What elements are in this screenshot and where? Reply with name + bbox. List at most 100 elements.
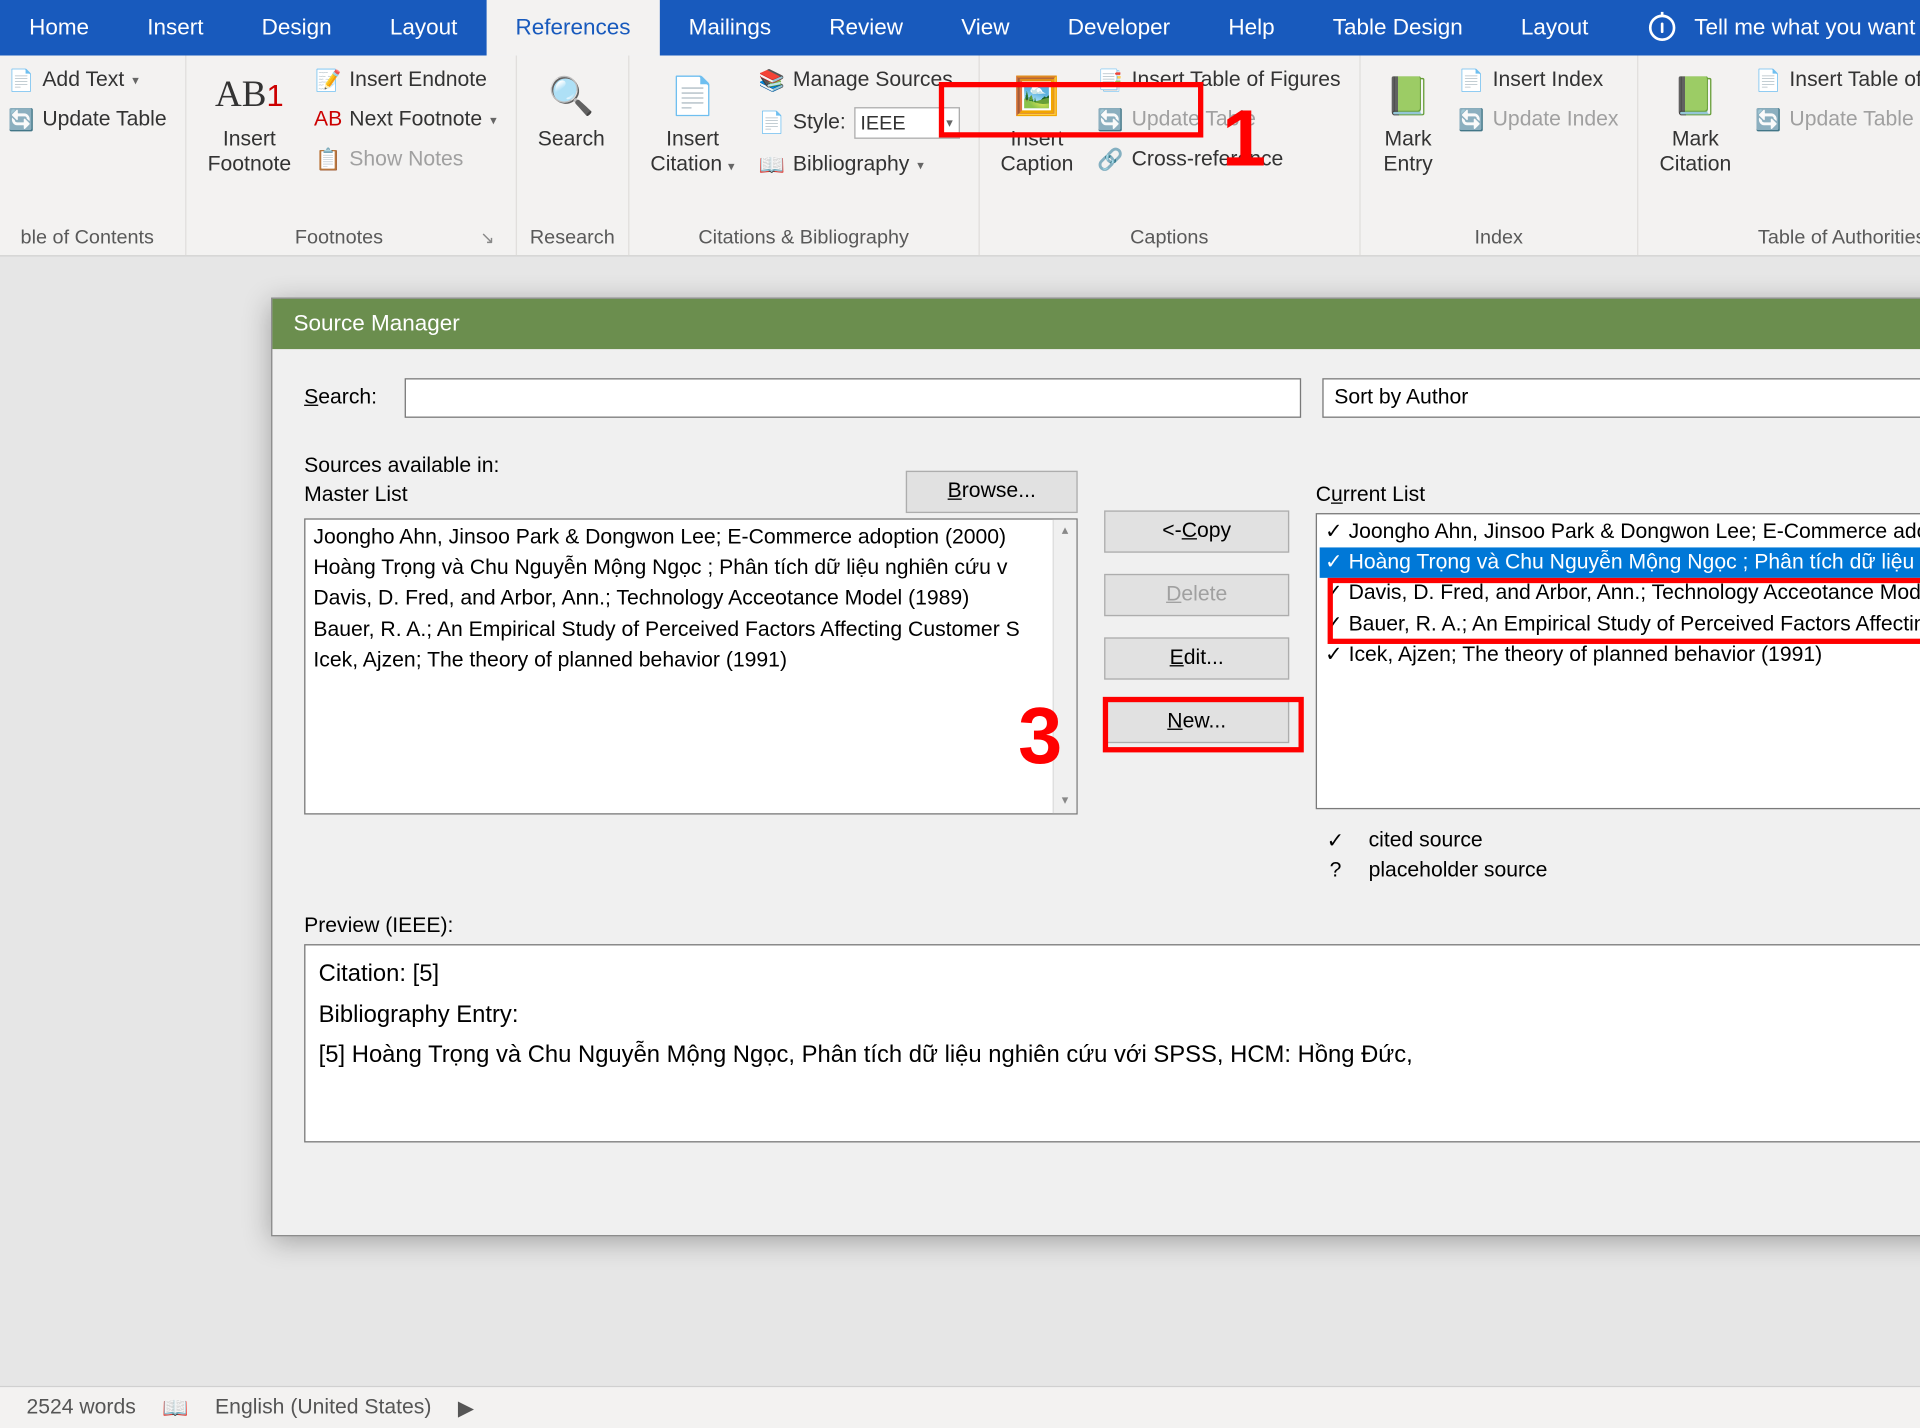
cross-ref-button[interactable]: 🔗Cross-reference	[1092, 143, 1346, 177]
preview-label: Preview (IEEE):	[304, 915, 1920, 939]
citation-icon: 📄	[666, 69, 719, 122]
refresh-icon: 🔄	[8, 107, 34, 133]
list-item-selected[interactable]: ✓ Hoàng Trọng và Chu Nguyễn Mộng Ngọc ; …	[1320, 548, 1920, 579]
mark-entry-button[interactable]: 📗 Mark Entry	[1374, 63, 1443, 183]
proofing-icon[interactable]: 📖	[162, 1394, 188, 1420]
group-index: 📗 Mark Entry 📄Insert Index 🔄Update Index…	[1360, 56, 1638, 256]
next-footnote-button[interactable]: ABNext Footnote ▾	[310, 103, 502, 137]
add-text-button[interactable]: 📄Add Text ▾	[3, 63, 172, 97]
mark-citation-button[interactable]: 📗 Mark Citation	[1652, 63, 1740, 183]
group-index-label: Index	[1374, 222, 1624, 252]
master-list-label: Master List	[304, 484, 499, 508]
browse-button[interactable]: Browse...	[906, 471, 1078, 513]
insert-index-button[interactable]: 📄Insert Index	[1453, 63, 1624, 97]
tab-mailings[interactable]: Mailings	[660, 0, 801, 56]
update-table-button[interactable]: 🔄Update Table	[3, 103, 172, 137]
tab-help[interactable]: Help	[1199, 0, 1303, 56]
manage-sources-button[interactable]: 📚Manage Sources	[753, 63, 965, 97]
copy-button[interactable]: <- Copy	[1104, 510, 1289, 552]
group-citations: 📄 Insert Citation ▾ 📚Manage Sources 📄 St…	[629, 56, 979, 256]
footnote-icon: AB1	[223, 69, 276, 122]
insert-endnote-button[interactable]: 📝Insert Endnote	[310, 63, 502, 97]
group-toc: 📄Add Text ▾ 🔄Update Table ble of Content…	[0, 56, 186, 256]
tab-references[interactable]: References	[486, 0, 659, 56]
preview-line: Citation: [5]	[319, 953, 1920, 993]
manage-sources-icon: 📚	[759, 67, 785, 93]
crossref-icon: 🔗	[1097, 147, 1123, 173]
list-item[interactable]: ✓ Icek, Ajzen; The theory of planned beh…	[1320, 640, 1920, 671]
annotation-box-3	[1103, 697, 1304, 753]
update-index-icon: 🔄	[1458, 107, 1484, 133]
ribbon-tabs: Home Insert Design Layout References Mai…	[0, 0, 1920, 56]
toa-icon: 📄	[1755, 67, 1781, 93]
tab-design[interactable]: Design	[233, 0, 361, 56]
insert-citation-button[interactable]: 📄 Insert Citation ▾	[643, 63, 743, 183]
list-item[interactable]: Joongho Ahn, Jinsoo Park & Dongwon Lee; …	[308, 522, 1074, 553]
page-icon: 📄	[8, 67, 34, 93]
tab-view[interactable]: View	[932, 0, 1039, 56]
master-list[interactable]: Joongho Ahn, Jinsoo Park & Dongwon Lee; …	[304, 518, 1078, 814]
dialog-title-text: Source Manager	[294, 311, 460, 337]
update-index-button[interactable]: 🔄Update Index	[1453, 103, 1624, 137]
tab-table-design[interactable]: Table Design	[1304, 0, 1492, 56]
sort-select[interactable]: Sort by Author ▾	[1322, 378, 1920, 418]
tell-me-label: Tell me what you want to do	[1694, 15, 1920, 41]
language-status[interactable]: English (United States)	[215, 1396, 431, 1420]
list-item[interactable]: ✓ Joongho Ahn, Jinsoo Park & Dongwon Lee…	[1320, 517, 1920, 548]
delete-button[interactable]: Delete	[1104, 574, 1289, 616]
sources-available-label: Sources available in:	[304, 455, 499, 479]
update-toa-icon: 🔄	[1755, 107, 1781, 133]
lightbulb-icon	[1649, 15, 1675, 41]
annotation-number-3: 3	[1018, 690, 1062, 781]
update-toa-button[interactable]: 🔄Update Table	[1750, 103, 1920, 137]
edit-button[interactable]: Edit...	[1104, 637, 1289, 679]
group-toc-label: ble of Contents	[3, 222, 172, 252]
tab-layout2[interactable]: Layout	[1492, 0, 1618, 56]
group-footnotes-label: Footnotes	[200, 222, 479, 252]
source-manager-dialog: Source Manager ? ✕ Search: Sort by Autho…	[271, 298, 1920, 1237]
current-list[interactable]: ✓ Joongho Ahn, Jinsoo Park & Dongwon Lee…	[1316, 513, 1920, 809]
legend-placeholder: ?placeholder source	[1326, 860, 1920, 884]
dialog-titlebar: Source Manager ? ✕	[272, 299, 1920, 349]
preview-line: Bibliography Entry:	[319, 994, 1920, 1034]
style-icon: 📄	[759, 110, 785, 136]
list-item[interactable]: Bauer, R. A.; An Empirical Study of Perc…	[308, 614, 1074, 645]
tab-insert[interactable]: Insert	[118, 0, 232, 56]
tab-layout[interactable]: Layout	[361, 0, 487, 56]
insert-footnote-button[interactable]: AB1 Insert Footnote	[200, 63, 299, 183]
macro-icon[interactable]: ▶	[458, 1394, 474, 1420]
list-item[interactable]: Icek, Ajzen; The theory of planned behav…	[308, 645, 1074, 676]
group-footnotes: AB1 Insert Footnote 📝Insert Endnote ABNe…	[186, 56, 516, 256]
tab-review[interactable]: Review	[800, 0, 932, 56]
list-item[interactable]: Hoàng Trọng và Chu Nguyễn Mộng Ngọc ; Ph…	[308, 553, 1074, 584]
group-citations-label: Citations & Bibliography	[643, 222, 965, 252]
status-bar: 2524 words 📖 English (United States) ▶	[0, 1386, 1920, 1428]
preview-line: [5] Hoàng Trọng và Chu Nguyễn Mộng Ngọc,…	[319, 1034, 1920, 1074]
search-input[interactable]	[405, 378, 1302, 418]
mark-citation-icon: 📗	[1669, 69, 1722, 122]
search-button[interactable]: 🔍 Search	[530, 63, 613, 157]
search-icon: 🔍	[545, 69, 598, 122]
tab-developer[interactable]: Developer	[1039, 0, 1200, 56]
launcher-icon[interactable]: ↘	[478, 228, 497, 247]
bibliography-button[interactable]: 📖Bibliography ▾	[753, 148, 965, 182]
index-icon: 📄	[1458, 67, 1484, 93]
word-count[interactable]: 2524 words	[26, 1396, 135, 1420]
style-selector[interactable]: 📄 Style: IEEE▾	[753, 103, 965, 143]
list-item[interactable]: Davis, D. Fred, and Arbor, Ann.; Technol…	[308, 584, 1074, 615]
search-label: Search:	[304, 386, 383, 410]
group-toa: 📗 Mark Citation 📄Insert Table of Authori…	[1638, 56, 1920, 256]
group-toa-label: Table of Authorities	[1652, 222, 1920, 252]
annotation-box-1	[939, 82, 1203, 138]
show-notes-button[interactable]: 📋Show Notes	[310, 143, 502, 177]
tab-home[interactable]: Home	[0, 0, 118, 56]
next-footnote-icon: AB	[315, 107, 341, 133]
endnote-icon: 📝	[315, 67, 341, 93]
annotation-number-1: 1	[1222, 93, 1266, 184]
bibliography-icon: 📖	[759, 152, 785, 178]
group-captions-label: Captions	[993, 222, 1346, 252]
group-research-label: Research	[530, 222, 615, 252]
tell-me[interactable]: Tell me what you want to do	[1618, 0, 1920, 56]
group-research: 🔍 Search Research	[517, 56, 630, 256]
insert-toa-button[interactable]: 📄Insert Table of Authorities	[1750, 63, 1920, 97]
